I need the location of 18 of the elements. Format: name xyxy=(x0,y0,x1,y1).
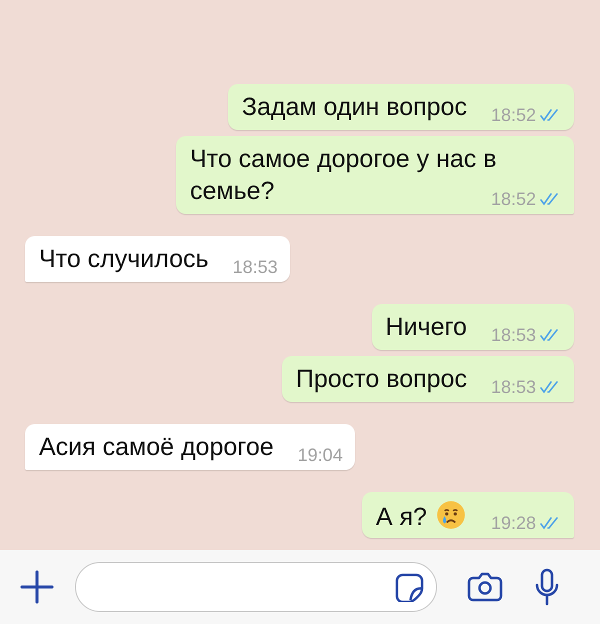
message-input-field[interactable] xyxy=(75,562,437,612)
message-text: Задам один вопрос xyxy=(242,93,467,121)
message-time: 19:28 xyxy=(490,513,536,533)
message-text: Ничего xyxy=(386,313,467,341)
message-time: 18:53 xyxy=(232,257,278,277)
message-text: Что случилось xyxy=(39,245,209,273)
camera-icon[interactable] xyxy=(467,571,503,603)
add-icon[interactable] xyxy=(20,570,54,604)
message-time: 19:04 xyxy=(298,445,343,465)
message-text: Просто вопрос xyxy=(296,365,467,393)
microphone-icon[interactable] xyxy=(534,568,560,606)
message-time: 18:52 xyxy=(490,189,536,209)
message-text: Асия самоё дорогое xyxy=(39,433,274,461)
message-time: 18:53 xyxy=(490,377,536,397)
message-time: 18:53 xyxy=(490,325,536,345)
message-time: 18:52 xyxy=(490,105,536,125)
message-text: А я? xyxy=(376,503,427,531)
sticker-icon[interactable] xyxy=(395,572,424,602)
